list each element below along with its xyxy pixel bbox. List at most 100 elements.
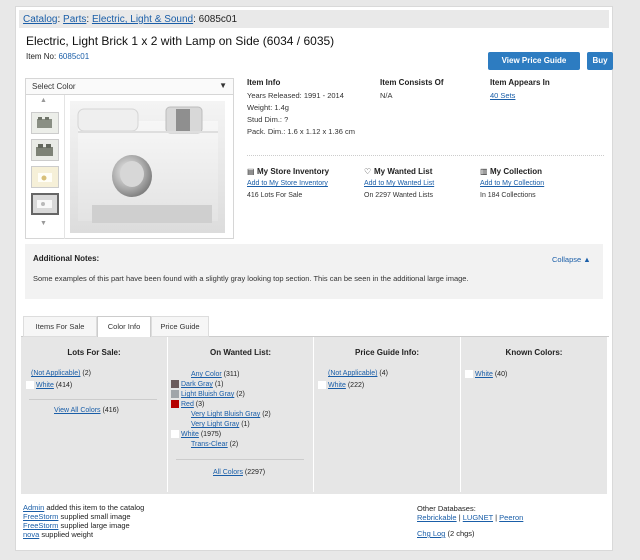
color-link[interactable]: Light Bluish Gray (181, 391, 234, 398)
color-link[interactable]: Very Light Gray (191, 421, 239, 428)
lots-for-sale-count: 416 Lots For Sale (247, 192, 303, 199)
item-info-heading: Item Info (247, 78, 281, 87)
appears-in-sets-link[interactable]: 40 Sets (490, 91, 515, 100)
color-count: (2) (260, 410, 271, 418)
wanted-lists-count: On 2297 Wanted Lists (364, 192, 434, 199)
additional-notes-heading: Additional Notes: (33, 254, 100, 263)
my-store-inventory-label: My Store Inventory (257, 167, 330, 176)
change-log-count: (2 chgs) (445, 529, 475, 538)
color-row: (Not Applicable) (4) (328, 370, 388, 377)
color-row: Any Color (311) (181, 370, 240, 378)
color-link[interactable]: White (36, 382, 54, 389)
item-number: Item No: 6085c01 (26, 52, 89, 61)
color-count: (2) (234, 390, 245, 398)
scroll-up-icon[interactable]: ▲ (40, 97, 47, 104)
other-databases-links: Rebrickable | LUGNET | Peeron (417, 513, 523, 522)
breadcrumb-catalog-link[interactable]: Catalog (23, 14, 57, 25)
scroll-down-icon[interactable]: ▼ (40, 220, 47, 227)
lots-for-sale-heading: Lots For Sale: (67, 348, 121, 357)
item-consists-value: N/A (380, 91, 393, 100)
item-page: Catalog: Parts: Electric, Light & Sound:… (15, 6, 613, 551)
item-number-link[interactable]: 6085c01 (58, 52, 89, 61)
heart-icon: ♡ (364, 167, 372, 176)
color-link[interactable]: (Not Applicable) (31, 370, 80, 377)
color-link[interactable]: Any Color (191, 371, 222, 378)
color-link[interactable]: Red (181, 401, 194, 408)
view-all-colors-link[interactable]: View All Colors (54, 407, 101, 414)
years-released: Years Released: 1991 - 2014 (247, 91, 344, 100)
color-row: White (414) (26, 381, 72, 389)
all-colors-link[interactable]: All Colors (213, 469, 243, 476)
color-row: Very Light Bluish Gray (2) (181, 410, 271, 418)
color-swatch (26, 381, 34, 389)
color-link[interactable]: (Not Applicable) (328, 370, 377, 377)
tab-items-for-sale[interactable]: Items For Sale (23, 316, 97, 337)
my-store-inventory-heading: ▤ My Store Inventory (247, 167, 329, 176)
color-info-grid: Lots For Sale: (Not Applicable) (2) Whit… (21, 337, 607, 494)
thumbnail-image[interactable] (31, 112, 59, 134)
color-count: (222) (345, 381, 365, 389)
my-wanted-list-heading: ♡ My Wanted List (364, 167, 432, 176)
add-to-collection-link[interactable]: Add to My Collection (480, 180, 544, 187)
peeron-link[interactable]: Peeron (499, 513, 523, 522)
thumbnail-image[interactable] (31, 139, 59, 161)
tab-price-guide[interactable]: Price Guide (151, 316, 209, 337)
my-collection-label: My Collection (490, 167, 543, 176)
color-swatch (181, 410, 189, 418)
view-all-colors-count: (416) (100, 407, 119, 414)
color-link[interactable]: Dark Gray (181, 381, 213, 388)
color-row: Very Light Gray (1) (181, 420, 250, 428)
all-colors-row: All Colors (2297) (213, 469, 265, 476)
color-swatch (171, 430, 179, 438)
price-guide-info-heading: Price Guide Info: (354, 348, 419, 357)
user-link[interactable]: FreeStorm (23, 521, 58, 530)
color-count: (1) (239, 420, 250, 428)
change-log-link[interactable]: Chg Log (417, 529, 445, 538)
weight: Weight: 1.4g (247, 103, 289, 112)
thumbnail-image[interactable] (31, 166, 59, 188)
color-swatch (171, 390, 179, 398)
breadcrumb-parts-link[interactable]: Parts (63, 14, 86, 25)
color-count: (2) (227, 440, 239, 448)
additional-notes-panel: Additional Notes: Collapse ▲ Some exampl… (25, 244, 603, 299)
color-link[interactable]: White (181, 431, 199, 438)
color-swatch (318, 381, 326, 389)
collection-icon: ▥ (480, 167, 488, 176)
color-count: (1) (212, 380, 224, 388)
user-link[interactable]: nova (23, 530, 39, 539)
collapse-notes-link[interactable]: Collapse ▲ (552, 255, 591, 264)
color-count: (40) (492, 370, 508, 378)
dropdown-arrow-icon: ▼ (219, 81, 227, 90)
color-row: White (1975) (171, 430, 221, 438)
page-title: Electric, Light Brick 1 x 2 with Lamp on… (26, 34, 335, 48)
select-color-dropdown[interactable]: Select Color ▼ (26, 79, 233, 95)
color-swatch (181, 420, 189, 428)
color-link[interactable]: Trans-Clear (191, 441, 228, 448)
buy-button[interactable]: Buy (587, 52, 613, 70)
view-price-guide-button[interactable]: View Price Guide (488, 52, 580, 70)
additional-notes-text: Some examples of this part have been fou… (33, 274, 469, 283)
add-to-wanted-list-link[interactable]: Add to My Wanted List (364, 180, 434, 187)
color-link[interactable]: Very Light Bluish Gray (191, 411, 260, 418)
divider (176, 459, 304, 460)
color-link[interactable]: White (328, 382, 346, 389)
add-to-store-inventory-link[interactable]: Add to My Store Inventory (247, 180, 328, 187)
color-row: Red (3) (171, 400, 204, 408)
user-link[interactable]: FreeStorm (23, 512, 58, 521)
color-swatch (465, 370, 473, 378)
divider (29, 399, 157, 400)
color-row: Light Bluish Gray (2) (171, 390, 245, 398)
color-link[interactable]: White (475, 371, 493, 378)
rebrickable-link[interactable]: Rebrickable (417, 513, 457, 522)
tab-bar: Items For Sale Color Info Price Guide (21, 313, 609, 338)
breadcrumb-category-link[interactable]: Electric, Light & Sound (92, 14, 193, 25)
breadcrumb-current-item: 6085c01 (198, 14, 238, 25)
lugnet-link[interactable]: LUGNET (463, 513, 493, 522)
thumbnail-image-selected[interactable] (31, 193, 59, 215)
credit-text: supplied small image (58, 512, 131, 521)
color-count: (4) (377, 370, 388, 377)
user-link[interactable]: Admin (23, 503, 44, 512)
tab-color-info[interactable]: Color Info (97, 316, 151, 338)
credit-text: supplied large image (58, 521, 130, 530)
main-part-image (70, 101, 225, 233)
